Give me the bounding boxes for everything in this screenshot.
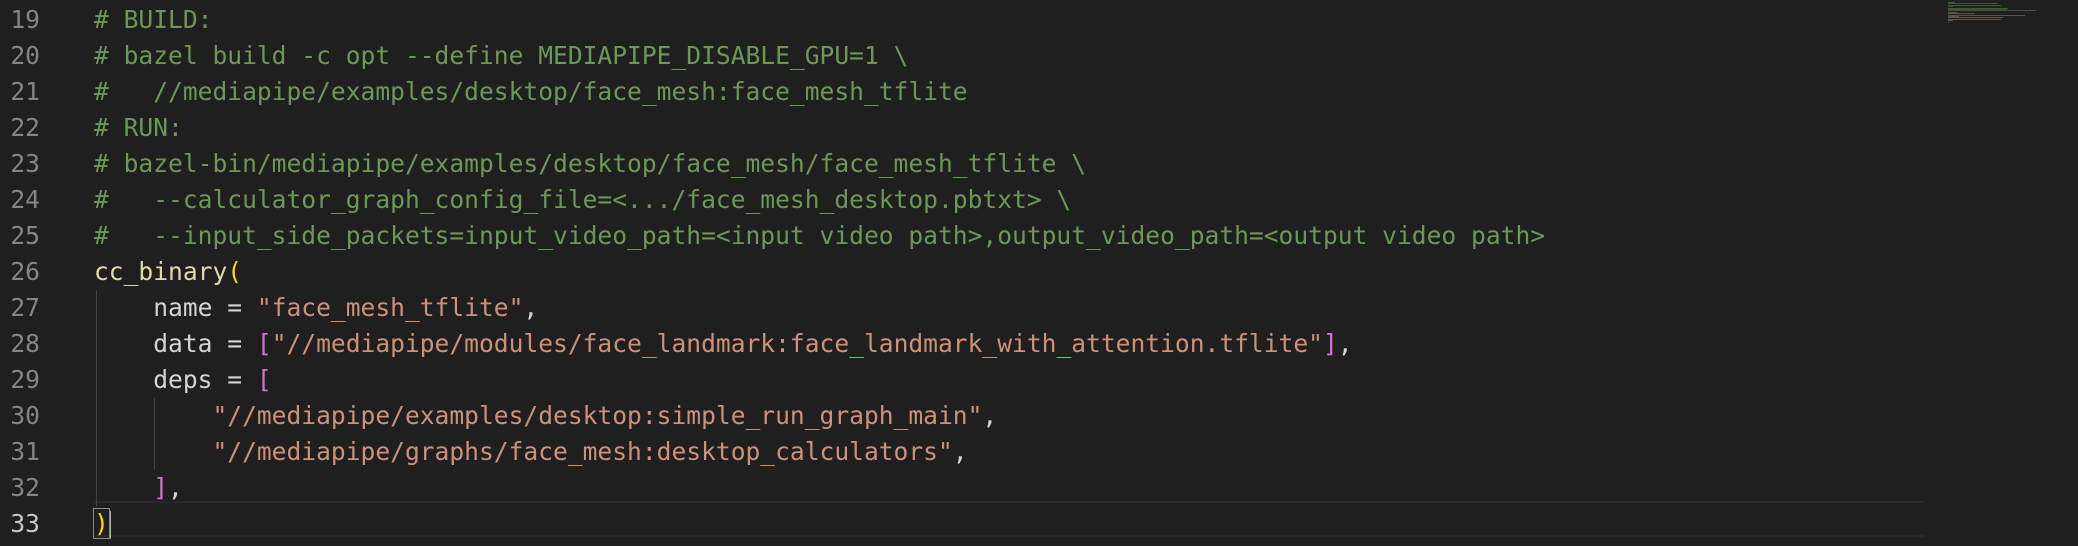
minimap-line (1948, 14, 2025, 16)
code-line[interactable]: data = ["//mediapipe/modules/face_landma… (94, 326, 1353, 362)
code-token: # bazel build -c opt --define MEDIAPIPE_… (94, 41, 909, 70)
code-token: # --input_side_packets=input_video_path=… (94, 221, 1546, 250)
code-line[interactable]: # //mediapipe/examples/desktop/face_mesh… (94, 74, 968, 110)
code-token: "//mediapipe/graphs/face_mesh:desktop_ca… (94, 437, 953, 466)
code-token: # --calculator_graph_config_file=<.../fa… (94, 185, 1072, 214)
code-line[interactable]: deps = [ (94, 362, 272, 398)
line-number: 19 (10, 5, 40, 34)
minimap[interactable] (1928, 0, 2078, 546)
code-token: , (1337, 329, 1353, 358)
code-token: ] (1322, 329, 1338, 358)
code-line[interactable]: name = "face_mesh_tflite", (94, 290, 538, 326)
code-token: # RUN: (94, 113, 183, 142)
code-token: # //mediapipe/examples/desktop/face_mesh… (94, 77, 968, 106)
line-number: 28 (10, 329, 40, 358)
line-number: 22 (10, 113, 40, 142)
code-token: [ (256, 365, 272, 394)
code-line[interactable]: # BUILD: (94, 2, 212, 38)
code-token: deps = (94, 365, 257, 394)
line-number: 26 (10, 257, 40, 286)
line-number: 29 (10, 365, 40, 394)
line-number: 24 (10, 185, 40, 214)
code-token: , (952, 437, 968, 466)
code-line[interactable]: # RUN: (94, 110, 183, 146)
line-number: 20 (10, 41, 40, 70)
code-token: # bazel-bin/mediapipe/examples/desktop/f… (94, 149, 1087, 178)
code-token: , (982, 401, 998, 430)
line-number: 31 (10, 437, 40, 466)
line-number: 21 (10, 77, 40, 106)
code-area[interactable]: # BUILD: # bazel build -c opt --define ME… (93, 0, 1924, 546)
code-token: ) (93, 508, 110, 539)
code-line[interactable]: ], (94, 470, 183, 506)
line-number-gutter[interactable]: 19 20 21 22 23 24 25 26 27 28 29 30 31 32 33 (0, 0, 70, 546)
code-token: , (168, 473, 183, 502)
code-token: "//mediapipe/modules/face_landmark:face_… (271, 329, 1323, 358)
code-line[interactable]: cc_binary( (94, 254, 242, 290)
code-editor[interactable]: 19 20 21 22 23 24 25 26 27 28 29 30 31 32 33 # BUILD: #… (0, 0, 2078, 546)
code-line[interactable]: # --calculator_graph_config_file=<.../fa… (94, 182, 1071, 218)
line-number: 27 (10, 293, 40, 322)
code-token: [ (256, 329, 272, 358)
code-token: cc_binary (94, 257, 228, 286)
code-line[interactable]: ) (93, 506, 111, 542)
code-token: "face_mesh_tflite" (256, 293, 524, 322)
indent-guide (154, 398, 156, 470)
current-line-highlight (94, 501, 1924, 537)
indent-guide (96, 290, 97, 506)
code-line[interactable]: # bazel build -c opt --define MEDIAPIPE_… (94, 38, 908, 74)
line-number: 32 (10, 473, 40, 502)
line-number: 33 (10, 509, 40, 538)
code-token: # BUILD: (94, 5, 213, 34)
minimap-line (1948, 21, 1949, 23)
minimap-line (1948, 18, 2002, 20)
line-number: 30 (10, 401, 40, 430)
code-line[interactable]: "//mediapipe/examples/desktop:simple_run… (94, 398, 997, 434)
code-token: ( (227, 257, 243, 286)
text-cursor (108, 511, 111, 539)
code-line[interactable]: # --input_side_packets=input_video_path=… (94, 218, 1545, 254)
code-line[interactable]: # bazel-bin/mediapipe/examples/desktop/f… (94, 146, 1086, 182)
code-token: , (523, 293, 539, 322)
minimap-line (1948, 4, 2002, 6)
code-token: data = (94, 329, 257, 358)
line-number: 23 (10, 149, 40, 178)
minimap-line (1948, 10, 2037, 12)
code-token: name = (94, 293, 257, 322)
code-token: "//mediapipe/examples/desktop:simple_run… (94, 401, 983, 430)
code-line[interactable]: "//mediapipe/graphs/face_mesh:desktop_ca… (94, 434, 968, 470)
line-number: 25 (10, 221, 40, 250)
code-token: ] (153, 473, 169, 502)
